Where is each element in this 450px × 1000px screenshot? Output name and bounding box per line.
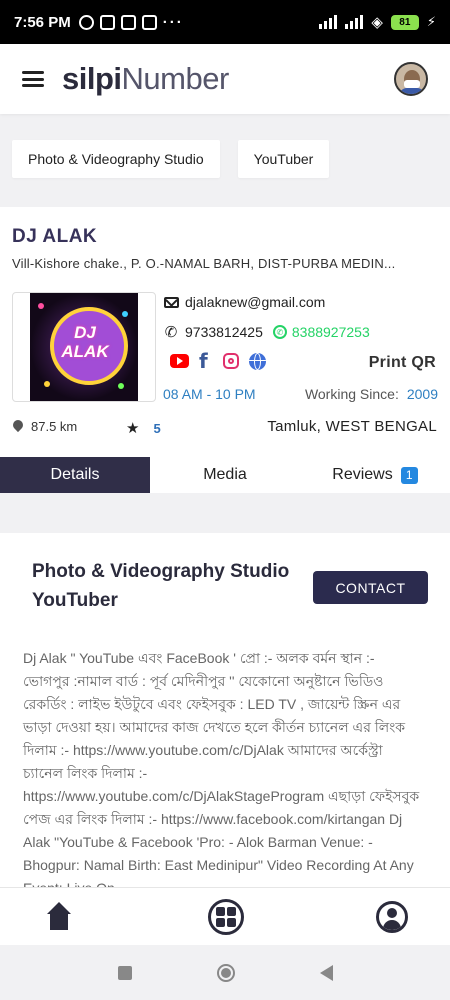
tab-details[interactable]: Details bbox=[0, 457, 150, 493]
signal-icon bbox=[319, 15, 338, 29]
system-navigation-bar bbox=[0, 945, 450, 1000]
app-header: silpiNumber bbox=[0, 44, 450, 114]
signal-icon-2 bbox=[345, 15, 364, 29]
app-notification-icon bbox=[99, 14, 115, 30]
email-icon bbox=[163, 294, 179, 310]
phone-number[interactable]: 9733812425 bbox=[185, 324, 263, 340]
status-time: 7:56 PM bbox=[14, 13, 71, 31]
facebook-notification-icon bbox=[120, 14, 136, 30]
star-icon: ★ bbox=[126, 420, 140, 437]
email-text[interactable]: djalaknew@gmail.com bbox=[185, 294, 325, 310]
rating-value: 5 bbox=[153, 420, 161, 436]
social-links: f bbox=[170, 351, 266, 371]
print-qr-button[interactable]: Print QR bbox=[369, 354, 436, 372]
facebook-icon[interactable]: f bbox=[199, 351, 213, 371]
charging-icon: ⚡ bbox=[426, 14, 436, 29]
bottom-navigation bbox=[0, 887, 450, 945]
menu-icon[interactable] bbox=[22, 71, 44, 87]
email-row[interactable]: djalaknew@gmail.com bbox=[163, 294, 325, 310]
home-button-icon[interactable] bbox=[216, 963, 235, 982]
category-chip-photo-studio[interactable]: Photo & Videography Studio bbox=[12, 140, 220, 178]
categories-grid-icon[interactable] bbox=[208, 898, 244, 935]
tab-reviews[interactable]: Reviews 1 bbox=[300, 457, 450, 493]
profile-name: DJ ALAK bbox=[12, 226, 98, 247]
rating-row: ★ 5 bbox=[126, 419, 161, 437]
distance-value: 87.5 km bbox=[31, 419, 78, 434]
profile-logo: DJ ALAK bbox=[12, 292, 156, 402]
tab-details-label: Details bbox=[50, 466, 100, 483]
logo-text: DJ ALAK bbox=[61, 323, 109, 361]
whatsapp-icon[interactable]: ✆ bbox=[272, 325, 287, 339]
reviews-count-badge: 1 bbox=[400, 466, 418, 484]
description-text: Dj Alak " YouTube এবং FaceBook ' প্রো :-… bbox=[23, 650, 420, 887]
youtube-icon[interactable] bbox=[170, 354, 189, 368]
contact-button[interactable]: CONTACT bbox=[313, 571, 428, 604]
details-title-line1: Photo & Videography Studio bbox=[32, 561, 290, 582]
profile-address: Vill-Kishore chake., P. O.-NAMAL BARH, D… bbox=[12, 256, 440, 271]
more-notifications-icon: ··· bbox=[162, 13, 184, 31]
account-icon[interactable] bbox=[376, 900, 408, 933]
whatsapp-number[interactable]: 8388927253 bbox=[292, 324, 370, 340]
working-since-year: 2009 bbox=[406, 386, 438, 402]
notification-icons bbox=[78, 14, 157, 30]
logo-bold-text: silpi bbox=[62, 61, 122, 96]
dj-alak-logo-image: DJ ALAK bbox=[30, 293, 138, 401]
back-icon[interactable] bbox=[319, 964, 333, 981]
category-chips: Photo & Videography Studio YouTuber bbox=[12, 140, 330, 178]
recent-apps-icon[interactable] bbox=[117, 965, 132, 980]
youtube-notification-icon bbox=[141, 14, 157, 30]
location-pin-icon bbox=[13, 420, 23, 433]
distance-row: 87.5 km bbox=[13, 419, 77, 434]
tab-media-label: Media bbox=[203, 466, 247, 483]
phone-icon: ✆ bbox=[164, 324, 178, 341]
user-avatar[interactable] bbox=[394, 62, 428, 96]
logo-light-text: Number bbox=[121, 61, 230, 96]
details-panel: Photo & Videography Studio YouTuber CONT… bbox=[0, 533, 450, 887]
category-chip-youtuber[interactable]: YouTuber bbox=[237, 140, 330, 178]
home-icon[interactable] bbox=[42, 901, 76, 932]
details-title: Photo & Videography Studio YouTuber bbox=[32, 557, 302, 615]
battery-icon: 81 bbox=[390, 14, 419, 30]
app-logo[interactable]: silpiNumber bbox=[62, 61, 229, 97]
working-since: Working Since: 2009 bbox=[305, 386, 438, 402]
tab-reviews-label: Reviews bbox=[332, 466, 393, 483]
instagram-icon[interactable] bbox=[223, 353, 239, 369]
working-since-label: Working Since: bbox=[304, 386, 399, 402]
status-bar: 7:56 PM ··· ◈ 81 ⚡ bbox=[0, 0, 450, 44]
wifi-icon: ◈ bbox=[371, 14, 383, 31]
alarm-icon bbox=[78, 14, 94, 30]
profile-tabs: Details Media Reviews 1 bbox=[0, 457, 450, 493]
tab-media[interactable]: Media bbox=[150, 457, 300, 493]
location-city: Tamluk, WEST BENGAL bbox=[267, 418, 437, 435]
phone-row: ✆ 9733812425 ✆ 8388927253 bbox=[163, 324, 370, 341]
battery-level: 81 bbox=[399, 16, 411, 28]
business-hours: 08 AM - 10 PM bbox=[163, 386, 256, 402]
details-title-line2: YouTuber bbox=[32, 590, 118, 611]
globe-icon[interactable] bbox=[249, 352, 266, 370]
